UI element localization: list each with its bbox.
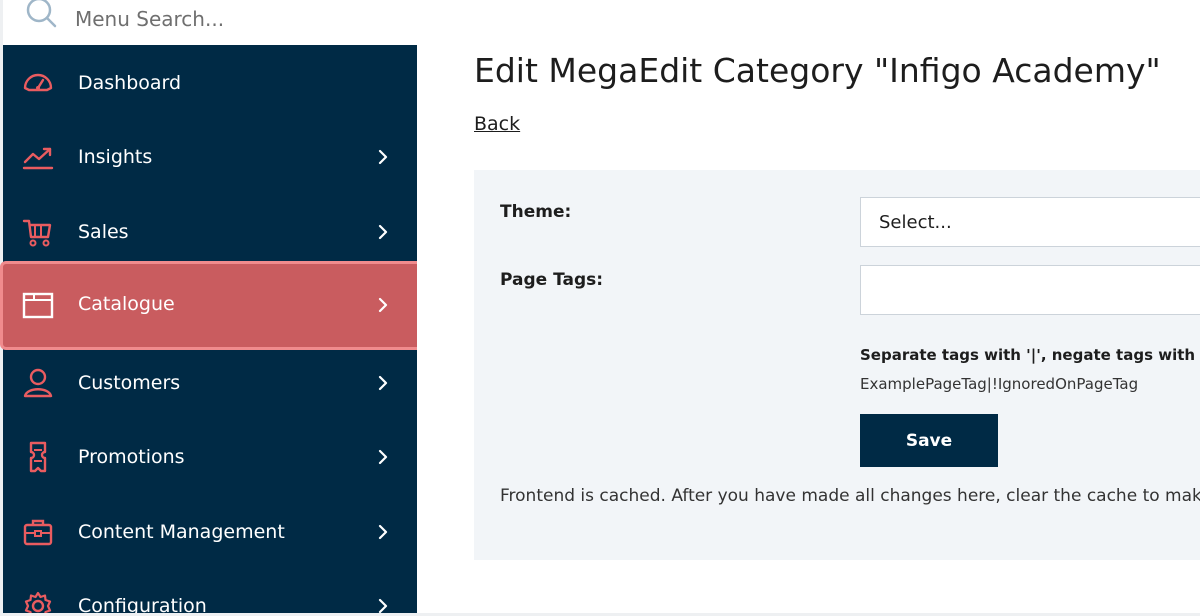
- main-clip: Edit MegaEdit Category "Infigo Academy" …: [417, 0, 1200, 613]
- sidebar-item-catalogue[interactable]: Catalogue: [3, 264, 417, 347]
- theme-label: Theme:: [500, 202, 572, 222]
- sidebar-item-dashboard[interactable]: Dashboard: [3, 47, 417, 119]
- cache-note: Frontend is cached. After you have made …: [500, 486, 1200, 506]
- sidebar-item-label: Dashboard: [78, 72, 182, 94]
- sidebar-item-content-management[interactable]: Content Management: [3, 496, 417, 568]
- ticket-icon: [29, 441, 47, 473]
- page-title: Edit MegaEdit Category "Infigo Academy": [474, 51, 1161, 90]
- menu-search: [3, 0, 417, 45]
- save-button[interactable]: Save: [860, 414, 998, 467]
- sidebar-item-label: Content Management: [78, 521, 285, 543]
- chevron-right-icon: [378, 524, 388, 540]
- back-link[interactable]: Back: [474, 113, 520, 135]
- sidebar-item-label: Sales: [78, 221, 129, 243]
- folder-icon: [22, 292, 54, 319]
- chevron-right-icon: [378, 598, 388, 613]
- sidebar-item-configuration[interactable]: Configuration: [3, 570, 417, 613]
- menu-search-input[interactable]: [75, 2, 395, 36]
- dashboard-gauge-icon: [23, 73, 53, 92]
- search-icon: [26, 0, 57, 28]
- app-frame: Dashboard Insights Sales: [0, 0, 1200, 616]
- user-icon: [23, 368, 53, 398]
- sidebar-item-label: Configuration: [78, 595, 207, 613]
- shopping-cart-icon: [22, 219, 52, 247]
- page-tags-example: ExamplePageTag|!IgnoredOnPageTag: [860, 375, 1139, 393]
- sidebar-item-label: Customers: [78, 372, 181, 394]
- sidebar-item-label: Catalogue: [78, 293, 175, 315]
- chevron-right-icon: [378, 375, 388, 391]
- chevron-right-icon: [378, 149, 388, 165]
- chevron-right-icon: [378, 297, 388, 313]
- sidebar-item-promotions[interactable]: Promotions: [3, 421, 417, 493]
- chevron-right-icon: [378, 449, 388, 465]
- page-tags-input[interactable]: [860, 265, 1200, 315]
- edit-form-panel: Theme: Select... Page Tags: Separate tag…: [474, 170, 1200, 560]
- sidebar-item-label: Promotions: [78, 446, 185, 468]
- main-content: Edit MegaEdit Category "Infigo Academy" …: [417, 0, 1200, 613]
- briefcase-icon: [23, 519, 53, 546]
- page-tags-hint: Separate tags with '|', negate tags with…: [860, 346, 1200, 364]
- sidebar-item-label: Insights: [78, 146, 153, 168]
- sidebar-item-insights[interactable]: Insights: [3, 121, 417, 193]
- sidebar-item-sales[interactable]: Sales: [3, 196, 417, 268]
- theme-select[interactable]: Select...: [860, 197, 1200, 247]
- chevron-right-icon: [378, 224, 388, 240]
- trend-chart-icon: [22, 147, 54, 170]
- theme-select-value: Select...: [879, 212, 952, 233]
- page-tags-label: Page Tags:: [500, 270, 604, 290]
- gear-icon: [24, 591, 52, 613]
- sidebar-item-customers[interactable]: Customers: [3, 347, 417, 419]
